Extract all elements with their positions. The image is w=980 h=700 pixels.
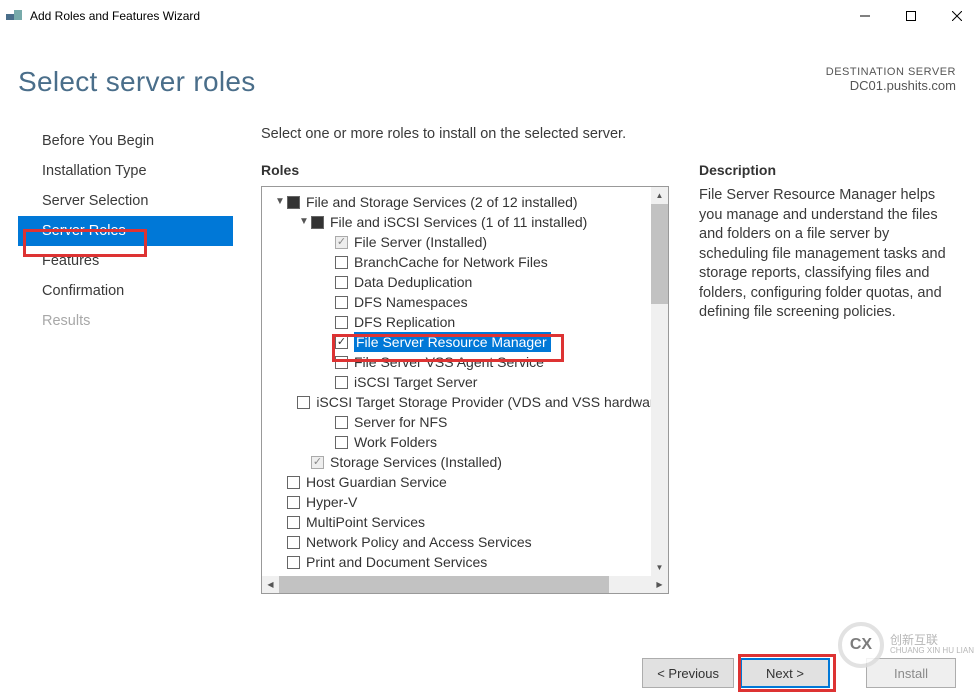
nav-item-before-you-begin[interactable]: Before You Begin [18,126,233,156]
tree-row[interactable]: DFS Namespaces [263,292,667,312]
close-button[interactable] [934,0,980,32]
checkbox[interactable] [287,516,300,529]
checkbox[interactable] [287,196,300,209]
tree-row[interactable]: Storage Services (Installed) [263,452,667,472]
window-controls [842,0,980,32]
window-title: Add Roles and Features Wizard [30,9,200,23]
tree-label[interactable]: Network Policy and Access Services [306,532,532,552]
tree-row[interactable]: iSCSI Target Server [263,372,667,392]
nav-item-server-roles[interactable]: Server Roles [18,216,233,246]
tree-label[interactable]: File and iSCSI Services (1 of 11 install… [330,212,587,232]
checkbox[interactable] [335,236,348,249]
scroll-up-icon[interactable]: ▲ [651,187,668,204]
checkbox[interactable] [335,296,348,309]
tree-label[interactable]: MultiPoint Services [306,512,425,532]
roles-heading: Roles [261,162,669,178]
tree-label[interactable]: Server for NFS [354,412,447,432]
tree-label[interactable]: BranchCache for Network Files [354,252,548,272]
wizard-nav: Before You BeginInstallation TypeServer … [18,126,233,594]
watermark-icon: CX [838,622,884,668]
tree-row[interactable]: BranchCache for Network Files [263,252,667,272]
tree-label[interactable]: Storage Services (Installed) [330,452,502,472]
tree-row[interactable]: Server for NFS [263,412,667,432]
scroll-down-icon[interactable]: ▼ [651,559,668,576]
roles-tree-frame: ▼File and Storage Services (2 of 12 inst… [261,186,669,594]
checkbox[interactable] [335,356,348,369]
tree-row[interactable]: iSCSI Target Storage Provider (VDS and V… [263,392,667,412]
maximize-button[interactable] [888,0,934,32]
tree-row[interactable]: MultiPoint Services [263,512,667,532]
scroll-thumb-h[interactable] [279,576,609,593]
roles-tree[interactable]: ▼File and Storage Services (2 of 12 inst… [263,188,667,576]
checkbox[interactable] [335,416,348,429]
tree-label[interactable]: DFS Namespaces [354,292,468,312]
tree-row[interactable]: Data Deduplication [263,272,667,292]
tree-row[interactable]: Hyper-V [263,492,667,512]
description-text: File Server Resource Manager helps you m… [699,186,956,323]
minimize-button[interactable] [842,0,888,32]
vertical-scrollbar[interactable]: ▲ ▼ [651,187,668,576]
nav-item-server-selection[interactable]: Server Selection [18,186,233,216]
scroll-thumb-v[interactable] [651,204,668,304]
checkbox[interactable] [287,476,300,489]
tree-row[interactable]: File Server (Installed) [263,232,667,252]
destination-label: DESTINATION SERVER [826,66,956,78]
watermark: CX 创新互联 CHUANG XIN HU LIAN [838,622,974,668]
tree-row[interactable]: ▼ File and Storage Services (2 of 12 inst… [263,192,667,212]
tree-row[interactable]: File Server Resource Manager [263,332,667,352]
checkbox[interactable] [287,496,300,509]
scroll-left-icon[interactable]: ◀ [262,576,279,593]
tree-label[interactable]: Host Guardian Service [306,472,447,492]
nav-item-features[interactable]: Features [18,246,233,276]
page-title: Select server roles [18,66,256,98]
tree-label[interactable]: Work Folders [354,432,437,452]
tree-label[interactable]: iSCSI Target Server [354,372,477,392]
expand-arrow-icon[interactable]: ▼ [297,212,311,232]
checkbox[interactable] [297,396,310,409]
description-heading: Description [699,162,956,178]
expand-arrow-icon[interactable]: ▼ [273,192,287,212]
checkbox[interactable] [335,436,348,449]
checkbox[interactable] [287,536,300,549]
tree-label[interactable]: Hyper-V [306,492,357,512]
checkbox[interactable] [335,376,348,389]
previous-button[interactable]: < Previous [642,658,734,688]
instruction-text: Select one or more roles to install on t… [261,126,956,142]
tree-label[interactable]: DFS Replication [354,312,455,332]
tree-label[interactable]: Data Deduplication [354,272,472,292]
tree-label[interactable]: iSCSI Target Storage Provider (VDS and V… [316,392,667,412]
checkbox[interactable] [335,316,348,329]
checkbox[interactable] [335,256,348,269]
tree-row[interactable]: ▼ File and iSCSI Services (1 of 11 instal… [263,212,667,232]
checkbox[interactable] [311,216,324,229]
tree-label[interactable]: File and Storage Services (2 of 12 insta… [306,192,578,212]
titlebar: Add Roles and Features Wizard [0,0,980,32]
tree-row[interactable]: Host Guardian Service [263,472,667,492]
nav-item-confirmation[interactable]: Confirmation [18,276,233,306]
scroll-right-icon[interactable]: ▶ [651,576,668,593]
checkbox[interactable] [335,276,348,289]
nav-item-installation-type[interactable]: Installation Type [18,156,233,186]
watermark-line2: CHUANG XIN HU LIAN [890,647,974,656]
nav-item-results: Results [18,306,233,336]
tree-label[interactable]: Print and Document Services [306,552,487,572]
tree-row[interactable]: DFS Replication [263,312,667,332]
horizontal-scrollbar[interactable]: ◀ ▶ [262,576,668,593]
tree-label[interactable]: File Server (Installed) [354,232,487,252]
checkbox[interactable] [287,556,300,569]
tree-row[interactable]: Network Policy and Access Services [263,532,667,552]
tree-row[interactable]: Print and Document Services [263,552,667,572]
tree-row[interactable]: File Server VSS Agent Service [263,352,667,372]
next-button[interactable]: Next > [740,658,830,688]
destination-server-box: DESTINATION SERVER DC01.pushits.com [826,66,956,93]
checkbox[interactable] [311,456,324,469]
app-icon [6,8,22,24]
checkbox[interactable] [335,336,348,349]
tree-row[interactable]: Work Folders [263,432,667,452]
destination-name: DC01.pushits.com [826,78,956,93]
tree-label[interactable]: File Server Resource Manager [354,332,551,352]
tree-label[interactable]: File Server VSS Agent Service [354,352,544,372]
